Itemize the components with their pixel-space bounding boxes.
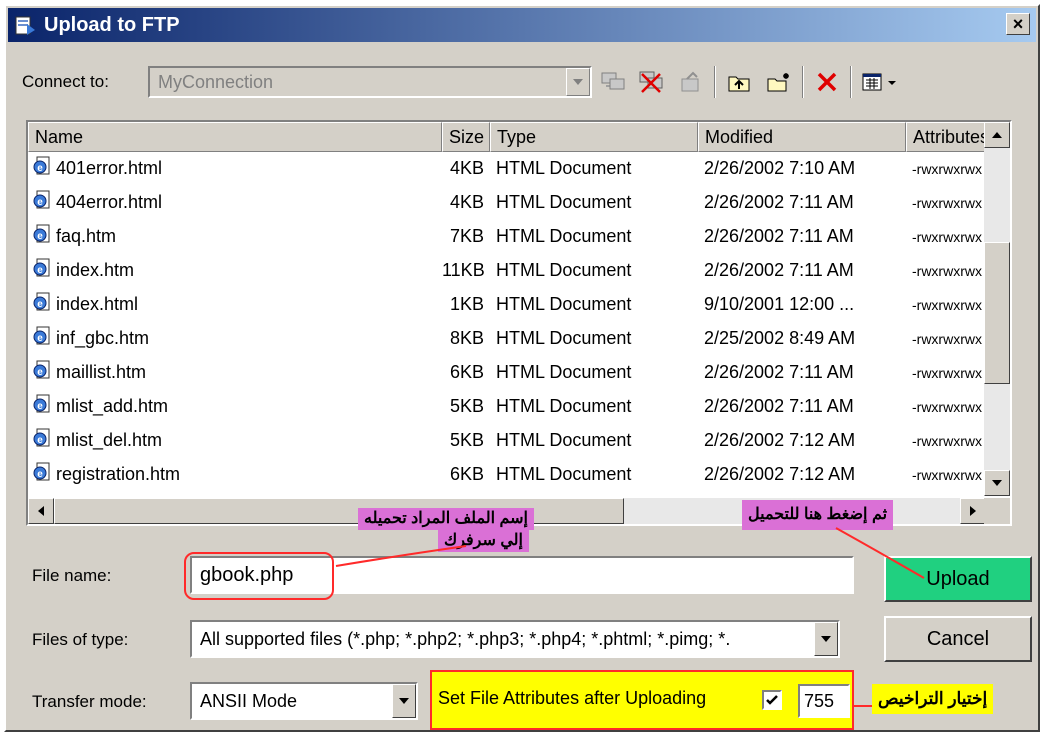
annotation-lines: [335, 527, 925, 707]
upload-dialog: Upload to FTP × Connect to: MyConnection…: [4, 4, 1040, 732]
